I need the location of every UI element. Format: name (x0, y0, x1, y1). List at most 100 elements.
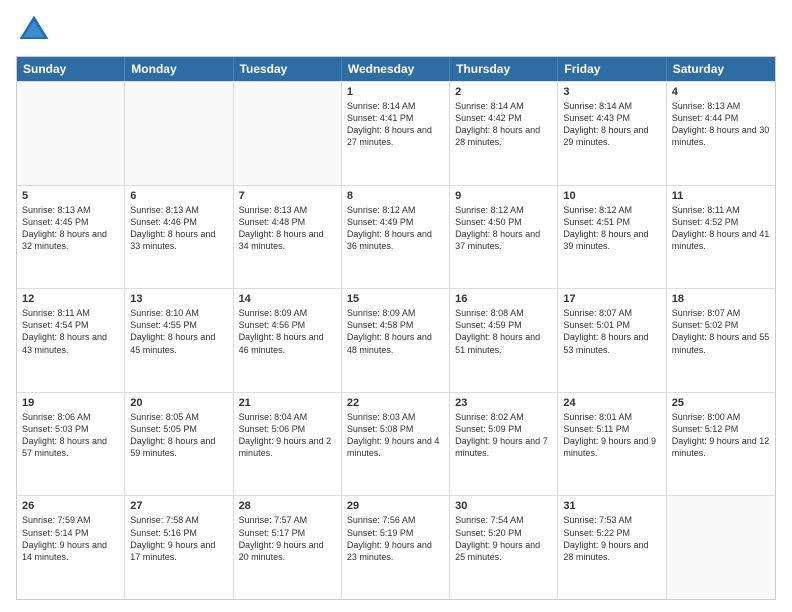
day-number: 26 (22, 500, 119, 512)
calendar-row-4: 26 Sunrise: 7:59 AM Sunset: 5:14 PM Dayli… (17, 495, 775, 599)
day-number: 5 (22, 190, 119, 202)
day-number: 10 (563, 190, 660, 202)
cell-text: Sunrise: 8:11 AM Sunset: 4:52 PM Dayligh… (672, 204, 770, 253)
cell-text: Sunrise: 8:13 AM Sunset: 4:48 PM Dayligh… (239, 204, 336, 253)
calendar-row-3: 19 Sunrise: 8:06 AM Sunset: 5:03 PM Dayli… (17, 392, 775, 496)
calendar-cell: 11 Sunrise: 8:11 AM Sunset: 4:52 PM Dayli… (667, 186, 775, 289)
cell-text: Sunrise: 8:13 AM Sunset: 4:45 PM Dayligh… (22, 204, 119, 253)
calendar-cell: 10 Sunrise: 8:12 AM Sunset: 4:51 PM Dayli… (558, 186, 666, 289)
calendar-cell: 14 Sunrise: 8:09 AM Sunset: 4:56 PM Dayli… (234, 289, 342, 392)
calendar-cell: 12 Sunrise: 8:11 AM Sunset: 4:54 PM Dayli… (17, 289, 125, 392)
calendar-cell: 18 Sunrise: 8:07 AM Sunset: 5:02 PM Dayli… (667, 289, 775, 392)
cell-text: Sunrise: 8:13 AM Sunset: 4:44 PM Dayligh… (672, 100, 770, 149)
cell-text: Sunrise: 8:12 AM Sunset: 4:49 PM Dayligh… (347, 204, 444, 253)
header-day-saturday: Saturday (667, 57, 775, 81)
calendar-body: 1 Sunrise: 8:14 AM Sunset: 4:41 PM Daylig… (17, 81, 775, 599)
calendar-row-2: 12 Sunrise: 8:11 AM Sunset: 4:54 PM Dayli… (17, 288, 775, 392)
calendar-cell: 1 Sunrise: 8:14 AM Sunset: 4:41 PM Daylig… (342, 82, 450, 185)
day-number: 12 (22, 293, 119, 305)
header-day-tuesday: Tuesday (234, 57, 342, 81)
cell-text: Sunrise: 7:53 AM Sunset: 5:22 PM Dayligh… (563, 514, 660, 563)
calendar-cell: 23 Sunrise: 8:02 AM Sunset: 5:09 PM Dayli… (450, 393, 558, 496)
cell-text: Sunrise: 8:14 AM Sunset: 4:42 PM Dayligh… (455, 100, 552, 149)
cell-text: Sunrise: 8:12 AM Sunset: 4:51 PM Dayligh… (563, 204, 660, 253)
header (16, 12, 776, 48)
calendar-cell: 5 Sunrise: 8:13 AM Sunset: 4:45 PM Daylig… (17, 186, 125, 289)
cell-text: Sunrise: 8:14 AM Sunset: 4:41 PM Dayligh… (347, 100, 444, 149)
calendar-cell: 26 Sunrise: 7:59 AM Sunset: 5:14 PM Dayli… (17, 496, 125, 599)
calendar-row-1: 5 Sunrise: 8:13 AM Sunset: 4:45 PM Daylig… (17, 185, 775, 289)
calendar-cell: 28Sunrise: 7:57 AM Sunset: 5:17 PM Dayli… (234, 496, 342, 599)
calendar-cell (234, 82, 342, 185)
cell-text: Sunrise: 7:54 AM Sunset: 5:20 PM Dayligh… (455, 514, 552, 563)
cell-text: Sunrise: 7:56 AM Sunset: 5:19 PM Dayligh… (347, 514, 444, 563)
cell-text: Sunrise: 8:06 AM Sunset: 5:03 PM Dayligh… (22, 411, 119, 460)
calendar-cell: 3 Sunrise: 8:14 AM Sunset: 4:43 PM Daylig… (558, 82, 666, 185)
calendar-row-0: 1 Sunrise: 8:14 AM Sunset: 4:41 PM Daylig… (17, 81, 775, 185)
day-number: 24 (563, 397, 660, 409)
header-day-wednesday: Wednesday (342, 57, 450, 81)
day-number: 11 (672, 190, 770, 202)
day-number: 4 (672, 86, 770, 98)
calendar-cell: 20Sunrise: 8:05 AM Sunset: 5:05 PM Dayli… (125, 393, 233, 496)
calendar: SundayMondayTuesdayWednesdayThursdayFrid… (16, 56, 776, 600)
day-number: 23 (455, 397, 552, 409)
cell-text: Sunrise: 8:08 AM Sunset: 4:59 PM Dayligh… (455, 307, 552, 356)
cell-text: Sunrise: 7:59 AM Sunset: 5:14 PM Dayligh… (22, 514, 119, 563)
calendar-cell: 7 Sunrise: 8:13 AM Sunset: 4:48 PM Daylig… (234, 186, 342, 289)
day-number: 25 (672, 397, 770, 409)
header-day-thursday: Thursday (450, 57, 558, 81)
calendar-cell: 19 Sunrise: 8:06 AM Sunset: 5:03 PM Dayli… (17, 393, 125, 496)
cell-text: Sunrise: 8:07 AM Sunset: 5:02 PM Dayligh… (672, 307, 770, 356)
day-number: 21 (239, 397, 336, 409)
day-number: 1 (347, 86, 444, 98)
calendar-cell: 17 Sunrise: 8:07 AM Sunset: 5:01 PM Dayli… (558, 289, 666, 392)
day-number: 2 (455, 86, 552, 98)
page: SundayMondayTuesdayWednesdayThursdayFrid… (0, 0, 792, 612)
calendar-cell (667, 496, 775, 599)
day-number: 19 (22, 397, 119, 409)
cell-text: Sunrise: 8:02 AM Sunset: 5:09 PM Dayligh… (455, 411, 552, 460)
cell-text: Sunrise: 8:09 AM Sunset: 4:58 PM Dayligh… (347, 307, 444, 356)
cell-text: Sunrise: 8:09 AM Sunset: 4:56 PM Dayligh… (239, 307, 336, 356)
calendar-cell: 27 Sunrise: 7:58 AM Sunset: 5:16 PM Dayli… (125, 496, 233, 599)
day-number: 16 (455, 293, 552, 305)
cell-text: Sunrise: 8:11 AM Sunset: 4:54 PM Dayligh… (22, 307, 119, 356)
calendar-cell: 21 Sunrise: 8:04 AM Sunset: 5:06 PM Dayli… (234, 393, 342, 496)
cell-text: Sunrise: 8:13 AM Sunset: 4:46 PM Dayligh… (130, 204, 227, 253)
day-number: 30 (455, 500, 552, 512)
calendar-cell (125, 82, 233, 185)
day-number: 13 (130, 293, 227, 305)
day-number: 6 (130, 190, 227, 202)
calendar-cell: 16 Sunrise: 8:08 AM Sunset: 4:59 PM Dayli… (450, 289, 558, 392)
day-number: 14 (239, 293, 336, 305)
calendar-cell: 8Sunrise: 8:12 AM Sunset: 4:49 PM Daylig… (342, 186, 450, 289)
header-day-friday: Friday (558, 57, 666, 81)
calendar-header: SundayMondayTuesdayWednesdayThursdayFrid… (17, 57, 775, 81)
calendar-cell (17, 82, 125, 185)
cell-text: Sunrise: 8:12 AM Sunset: 4:50 PM Dayligh… (455, 204, 552, 253)
day-number: 17 (563, 293, 660, 305)
day-number: 22 (347, 397, 444, 409)
calendar-cell: 30 Sunrise: 7:54 AM Sunset: 5:20 PM Dayli… (450, 496, 558, 599)
calendar-cell: 6 Sunrise: 8:13 AM Sunset: 4:46 PM Daylig… (125, 186, 233, 289)
logo (16, 12, 58, 48)
calendar-cell: 4 Sunrise: 8:13 AM Sunset: 4:44 PM Daylig… (667, 82, 775, 185)
cell-text: Sunrise: 7:58 AM Sunset: 5:16 PM Dayligh… (130, 514, 227, 563)
calendar-cell: 29Sunrise: 7:56 AM Sunset: 5:19 PM Dayli… (342, 496, 450, 599)
cell-text: Sunrise: 8:14 AM Sunset: 4:43 PM Dayligh… (563, 100, 660, 149)
calendar-cell: 13Sunrise: 8:10 AM Sunset: 4:55 PM Dayli… (125, 289, 233, 392)
calendar-cell: 31Sunrise: 7:53 AM Sunset: 5:22 PM Dayli… (558, 496, 666, 599)
cell-text: Sunrise: 8:03 AM Sunset: 5:08 PM Dayligh… (347, 411, 444, 460)
day-number: 27 (130, 500, 227, 512)
calendar-cell: 9Sunrise: 8:12 AM Sunset: 4:50 PM Daylig… (450, 186, 558, 289)
cell-text: Sunrise: 8:01 AM Sunset: 5:11 PM Dayligh… (563, 411, 660, 460)
day-number: 3 (563, 86, 660, 98)
cell-text: Sunrise: 8:07 AM Sunset: 5:01 PM Dayligh… (563, 307, 660, 356)
day-number: 18 (672, 293, 770, 305)
cell-text: Sunrise: 8:04 AM Sunset: 5:06 PM Dayligh… (239, 411, 336, 460)
day-number: 28 (239, 500, 336, 512)
day-number: 7 (239, 190, 336, 202)
calendar-cell: 24 Sunrise: 8:01 AM Sunset: 5:11 PM Dayli… (558, 393, 666, 496)
day-number: 15 (347, 293, 444, 305)
